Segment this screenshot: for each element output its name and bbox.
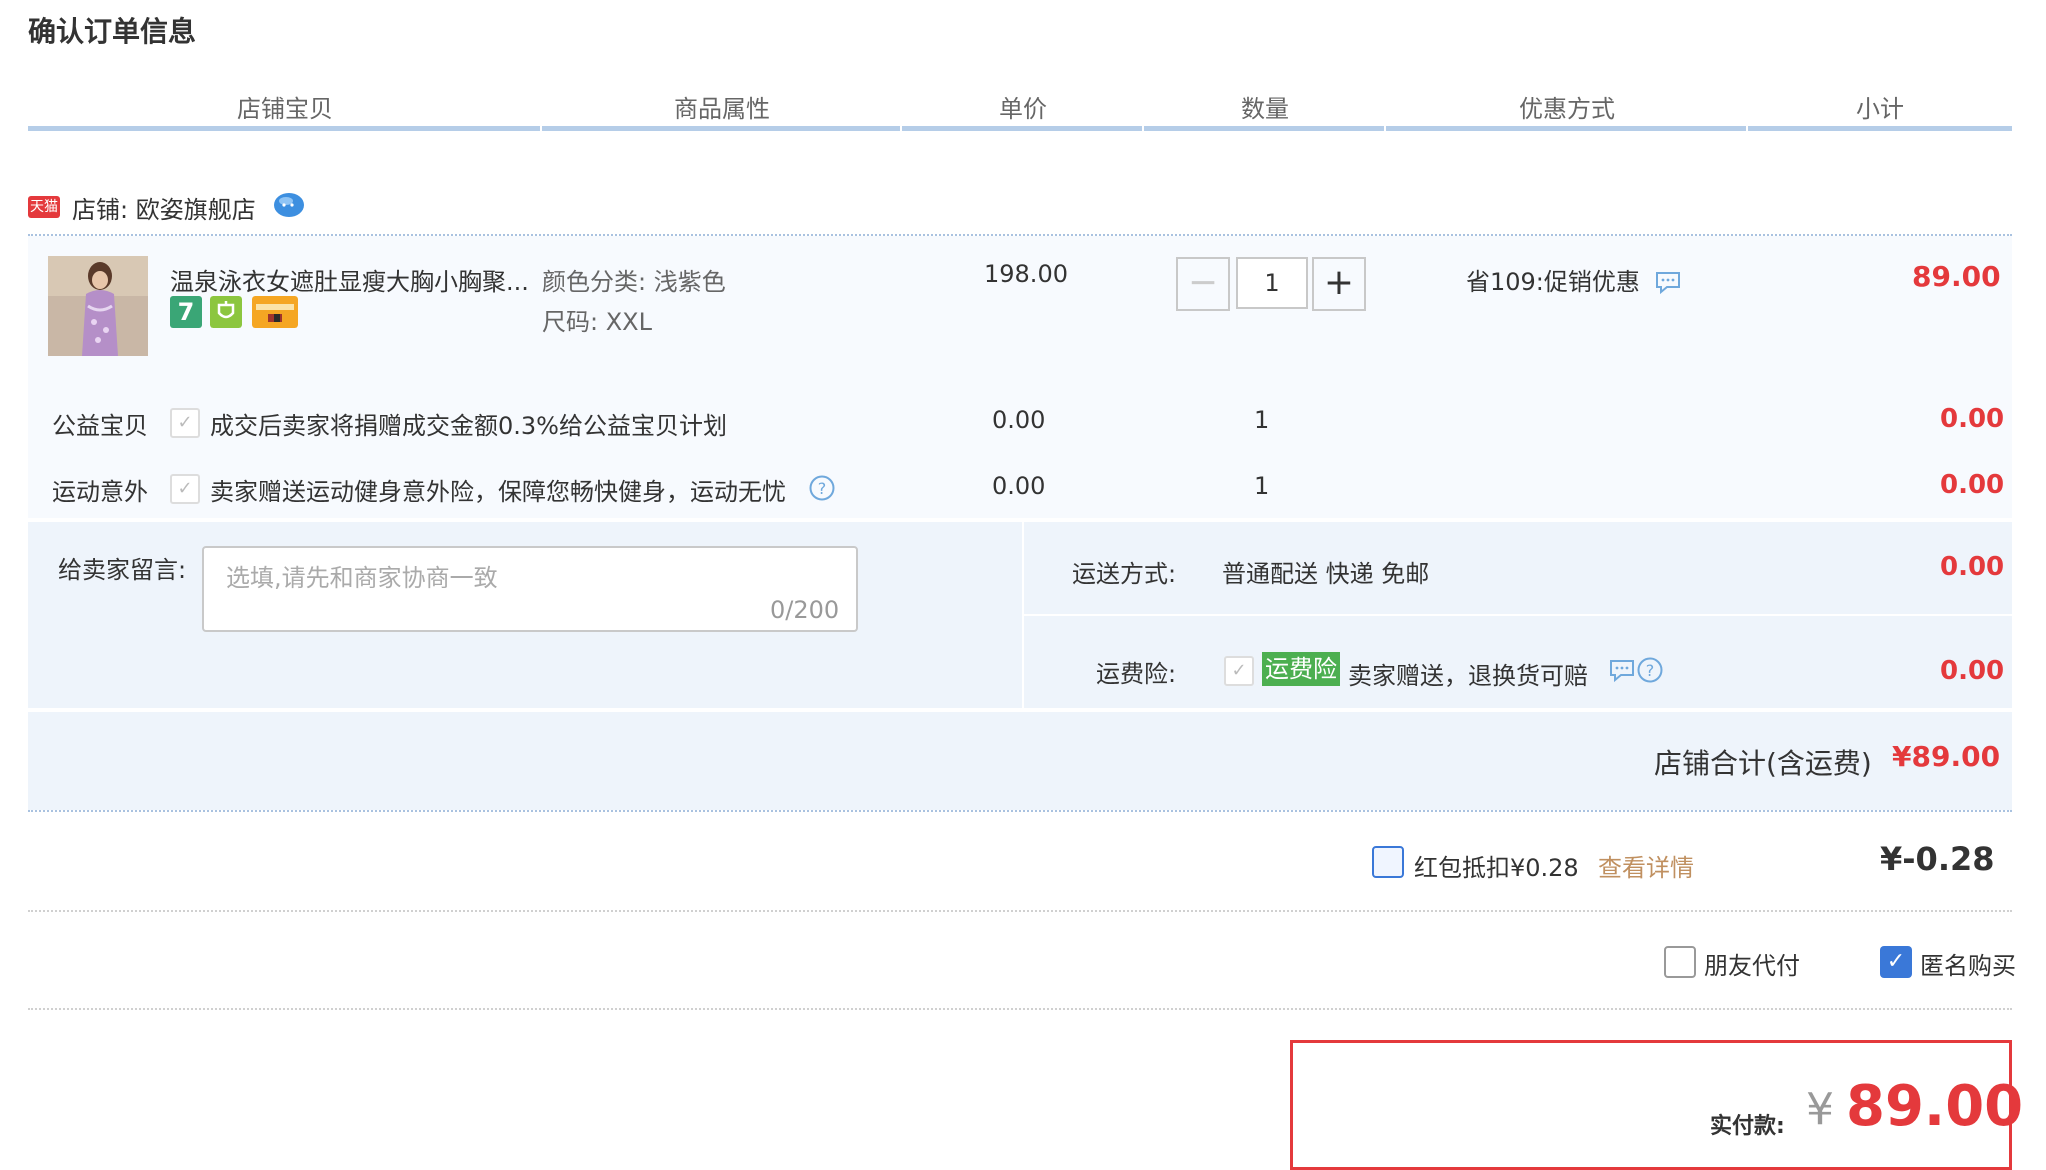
- divider: [28, 1008, 2012, 1010]
- divider: [28, 910, 2012, 912]
- payment-label: 实付款:: [1710, 1114, 1785, 1139]
- product-title[interactable]: 温泉泳衣女遮肚显瘦大胸小胸聚...: [170, 262, 529, 297]
- shipping-fee: 0.00: [1940, 552, 2005, 582]
- shipping-method[interactable]: 普通配送 快递 免邮: [1222, 554, 1429, 589]
- help-icon[interactable]: ?: [1636, 656, 1664, 684]
- header-underline: [1386, 126, 1746, 131]
- addon-price-charity: 0.00: [992, 406, 1046, 434]
- panel-divider: [1024, 614, 2012, 616]
- unit-price: 198.00: [984, 260, 1068, 288]
- payment-currency: ¥: [1806, 1084, 1834, 1135]
- column-header-discount: 优惠方式: [1519, 95, 1615, 123]
- addon-price-sport: 0.00: [992, 472, 1046, 500]
- page-title: 确认订单信息: [28, 15, 197, 48]
- svg-text:?: ?: [1646, 661, 1655, 680]
- shop-total-value: ¥89.00: [1892, 740, 2001, 773]
- product-color-attribute: 颜色分类: 浅紫色: [542, 268, 726, 296]
- header-underline: [542, 126, 900, 131]
- column-header-attributes: 商品属性: [674, 95, 770, 123]
- addon-subtotal-sport: 0.00: [1940, 470, 2005, 500]
- header-underline: [28, 126, 540, 131]
- shop-name[interactable]: 店铺: 欧姿旗舰店: [72, 190, 256, 225]
- header-underline: [1144, 126, 1384, 131]
- message-label: 给卖家留言:: [58, 556, 187, 584]
- shop-total-label: 店铺合计(含运费): [1654, 747, 1872, 780]
- payment-amount: 89.00: [1846, 1074, 2024, 1139]
- comment-icon[interactable]: [1654, 270, 1682, 296]
- redpacket-value: ¥-0.28: [1880, 840, 1995, 878]
- header-underline: [1748, 126, 2012, 131]
- redpacket-label: 红包抵扣¥0.28: [1414, 854, 1579, 882]
- addon-checkbox-charity[interactable]: ✓: [170, 408, 200, 438]
- message-placeholder: 选填,请先和商家协商一致: [226, 564, 498, 592]
- friend-pay-checkbox[interactable]: [1664, 946, 1696, 978]
- credit-card-icon[interactable]: [252, 296, 298, 328]
- insurance-checkbox[interactable]: ✓: [1224, 656, 1254, 686]
- addon-desc-sport: 卖家赠送运动健身意外险，保障您畅快健身，运动无忧: [210, 478, 786, 506]
- column-header-shop-item: 店铺宝贝: [237, 95, 333, 123]
- shipping-label: 运送方式:: [1072, 560, 1177, 588]
- redpacket-details-link[interactable]: 查看详情: [1598, 848, 1694, 883]
- column-header-subtotal: 小计: [1856, 95, 1904, 123]
- help-icon[interactable]: ?: [808, 474, 836, 502]
- column-header-quantity: 数量: [1241, 95, 1289, 123]
- seven-day-return-icon[interactable]: 7: [170, 296, 202, 328]
- insurance-desc: 卖家赠送，退换货可赔: [1348, 662, 1588, 690]
- column-header-unit-price: 单价: [999, 95, 1047, 123]
- message-char-counter: 0/200: [770, 596, 840, 624]
- addon-qty-charity: 1: [1254, 406, 1270, 434]
- friend-pay-label[interactable]: 朋友代付: [1704, 946, 1800, 981]
- insurance-tag: 运费险: [1262, 652, 1340, 686]
- insurance-label: 运费险:: [1096, 660, 1177, 688]
- promotion-text: 省109:促销优惠: [1466, 268, 1640, 296]
- chat-wangwang-icon[interactable]: [272, 189, 306, 219]
- comment-icon[interactable]: [1608, 658, 1636, 684]
- addon-qty-sport: 1: [1254, 472, 1270, 500]
- addon-checkbox-sport[interactable]: ✓: [170, 474, 200, 504]
- svg-text:?: ?: [818, 479, 827, 498]
- quantity-decrease-button[interactable]: −: [1176, 257, 1230, 311]
- addon-name-charity: 公益宝贝: [52, 412, 148, 440]
- quantity-input[interactable]: 1: [1236, 257, 1308, 309]
- addon-subtotal-charity: 0.00: [1940, 404, 2005, 434]
- product-thumbnail[interactable]: [48, 256, 148, 356]
- item-subtotal: 89.00: [1912, 260, 2001, 293]
- redpacket-checkbox[interactable]: [1372, 846, 1404, 878]
- tmall-badge-icon: 天猫: [28, 196, 60, 218]
- addon-name-sport: 运动意外: [52, 478, 148, 506]
- divider: [28, 810, 2012, 812]
- product-size-attribute: 尺码: XXL: [542, 308, 652, 336]
- addon-desc-charity: 成交后卖家将捐赠成交金额0.3%给公益宝贝计划: [210, 412, 727, 440]
- anonymous-purchase-label[interactable]: 匿名购买: [1920, 946, 2016, 981]
- guarantee-icon[interactable]: [210, 296, 242, 328]
- header-underline: [902, 126, 1142, 131]
- insurance-fee: 0.00: [1940, 656, 2005, 686]
- anonymous-purchase-checkbox[interactable]: ✓: [1880, 946, 1912, 978]
- quantity-increase-button[interactable]: +: [1312, 257, 1366, 311]
